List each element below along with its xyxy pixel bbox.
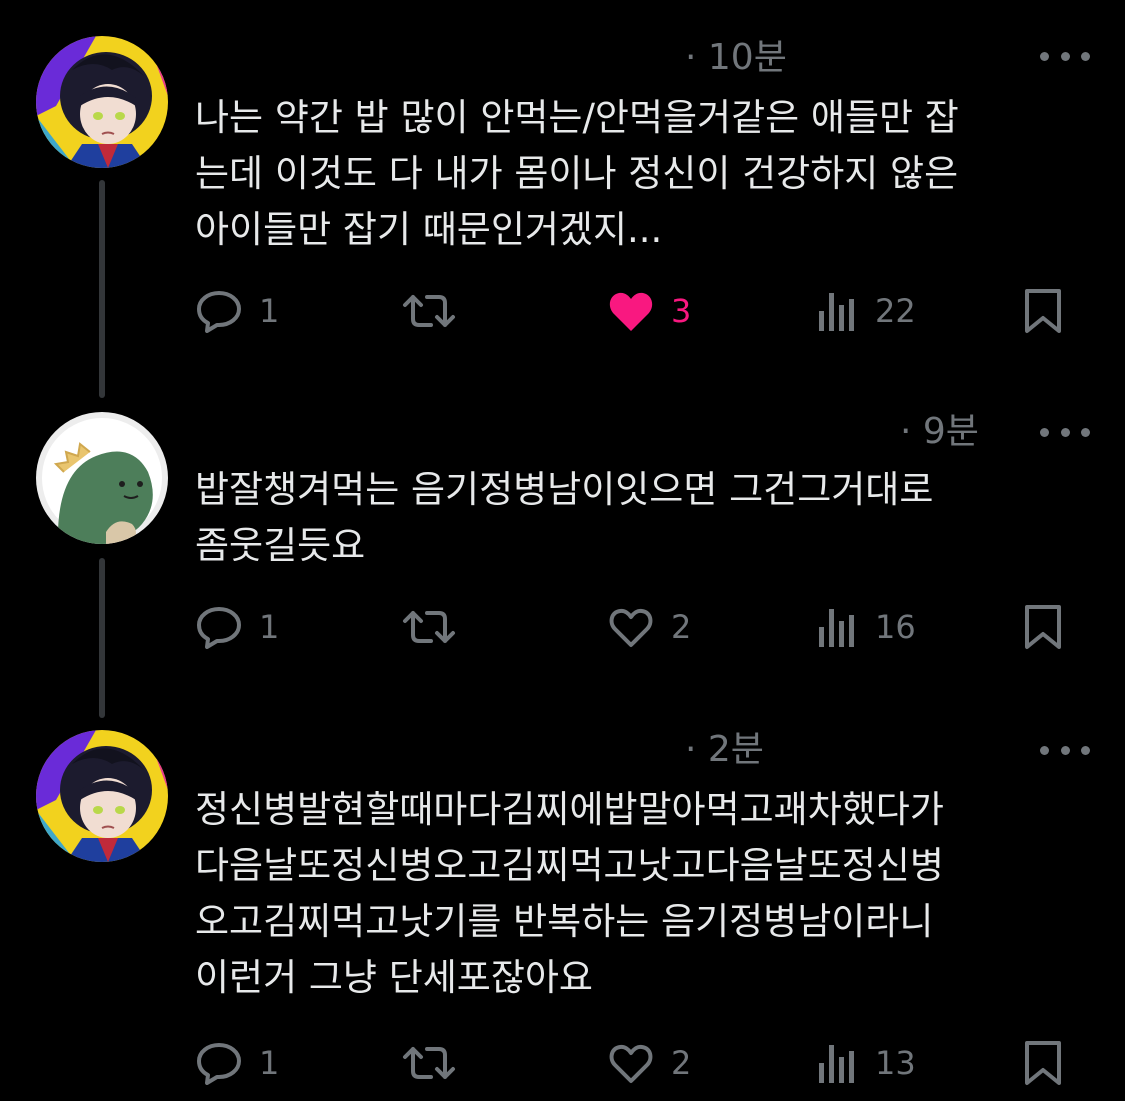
retweet-button[interactable] [401, 1038, 473, 1088]
bookmark-button[interactable] [1023, 1038, 1063, 1088]
tweet[interactable]: · 10분 나는 약간 밥 많이 안먹는/안먹을거같은 애들만 잡 는데 이것도… [0, 0, 1125, 400]
tweet-text: 정신병발현할때마다김찌에밥말아먹고괘차했다가 다음날또정신병오고김찌먹고낫고다음… [195, 788, 944, 999]
retweet-icon [403, 1047, 455, 1079]
reply-bubble-icon [197, 607, 241, 649]
tweet-time: · 2분 [685, 729, 764, 770]
retweet-button[interactable] [401, 286, 473, 336]
retweet-icon [403, 611, 455, 643]
reply-button[interactable]: 1 [195, 1038, 279, 1088]
tweet-text: 나는 약간 밥 많이 안먹는/안먹을거같은 애들만 잡 는데 이것도 다 내가 … [195, 96, 959, 251]
reply-count: 1 [259, 608, 280, 646]
views-chart-icon [819, 1045, 854, 1083]
like-button[interactable]: 2 [607, 1038, 691, 1088]
tweet-text: 밥잘챙겨먹는 음기정병남이잇으면 그건그거대로 좀웃길듯요 [195, 468, 934, 567]
views-count: 16 [875, 608, 916, 646]
anime-character-avatar-image [36, 730, 168, 862]
thread: · 10분 나는 약간 밥 많이 안먹는/안먹을거같은 애들만 잡 는데 이것도… [0, 0, 1125, 1101]
tweet-time: · 9분 [900, 411, 979, 452]
bookmark-icon [1025, 289, 1061, 333]
views-button[interactable]: 22 [817, 286, 916, 336]
like-count: 3 [671, 292, 692, 330]
more-dots-icon[interactable] [1040, 422, 1090, 442]
like-count: 2 [671, 1044, 692, 1082]
heart-icon [609, 608, 653, 647]
views-count: 22 [875, 292, 916, 330]
bookmark-icon [1025, 605, 1061, 649]
thread-connector [99, 558, 105, 718]
green-dinosaur-avatar-image [36, 412, 168, 544]
avatar[interactable] [36, 730, 168, 862]
anime-character-avatar-image [36, 36, 168, 168]
tweet[interactable]: · 9분 밥잘챙겨먹는 음기정병남이잇으면 그건그거대로 좀웃길듯요 1 2 1… [0, 400, 1125, 720]
like-button[interactable]: 2 [607, 602, 691, 652]
like-count: 2 [671, 608, 692, 646]
heart-icon [609, 292, 653, 331]
tweet[interactable]: · 2분 정신병발현할때마다김찌에밥말아먹고괘차했다가 다음날또정신병오고김찌먹… [0, 720, 1125, 1101]
bookmark-button[interactable] [1023, 602, 1063, 652]
views-chart-icon [819, 293, 854, 331]
tweet-actions: 1 2 [195, 1038, 1075, 1088]
more-dots-icon[interactable] [1040, 46, 1090, 66]
retweet-icon [403, 295, 455, 327]
reply-bubble-icon [197, 291, 241, 333]
heart-icon [609, 1044, 653, 1083]
views-chart-icon [819, 609, 854, 647]
views-button[interactable]: 13 [817, 1038, 916, 1088]
views-count: 13 [875, 1044, 916, 1082]
bookmark-icon [1025, 1041, 1061, 1085]
tweet-time: · 10분 [685, 37, 787, 78]
retweet-button[interactable] [401, 602, 473, 652]
reply-count: 1 [259, 292, 280, 330]
thread-connector [99, 180, 105, 398]
reply-button[interactable]: 1 [195, 602, 279, 652]
avatar[interactable] [36, 36, 168, 168]
views-button[interactable]: 16 [817, 602, 916, 652]
more-dots-icon[interactable] [1040, 740, 1090, 760]
bookmark-button[interactable] [1023, 286, 1063, 336]
reply-button[interactable]: 1 [195, 286, 279, 336]
reply-count: 1 [259, 1044, 280, 1082]
avatar[interactable] [36, 412, 168, 544]
reply-bubble-icon [197, 1043, 241, 1085]
tweet-actions: 1 2 [195, 602, 1075, 652]
like-button[interactable]: 3 [607, 286, 691, 336]
tweet-actions: 1 3 22 [195, 286, 1075, 336]
